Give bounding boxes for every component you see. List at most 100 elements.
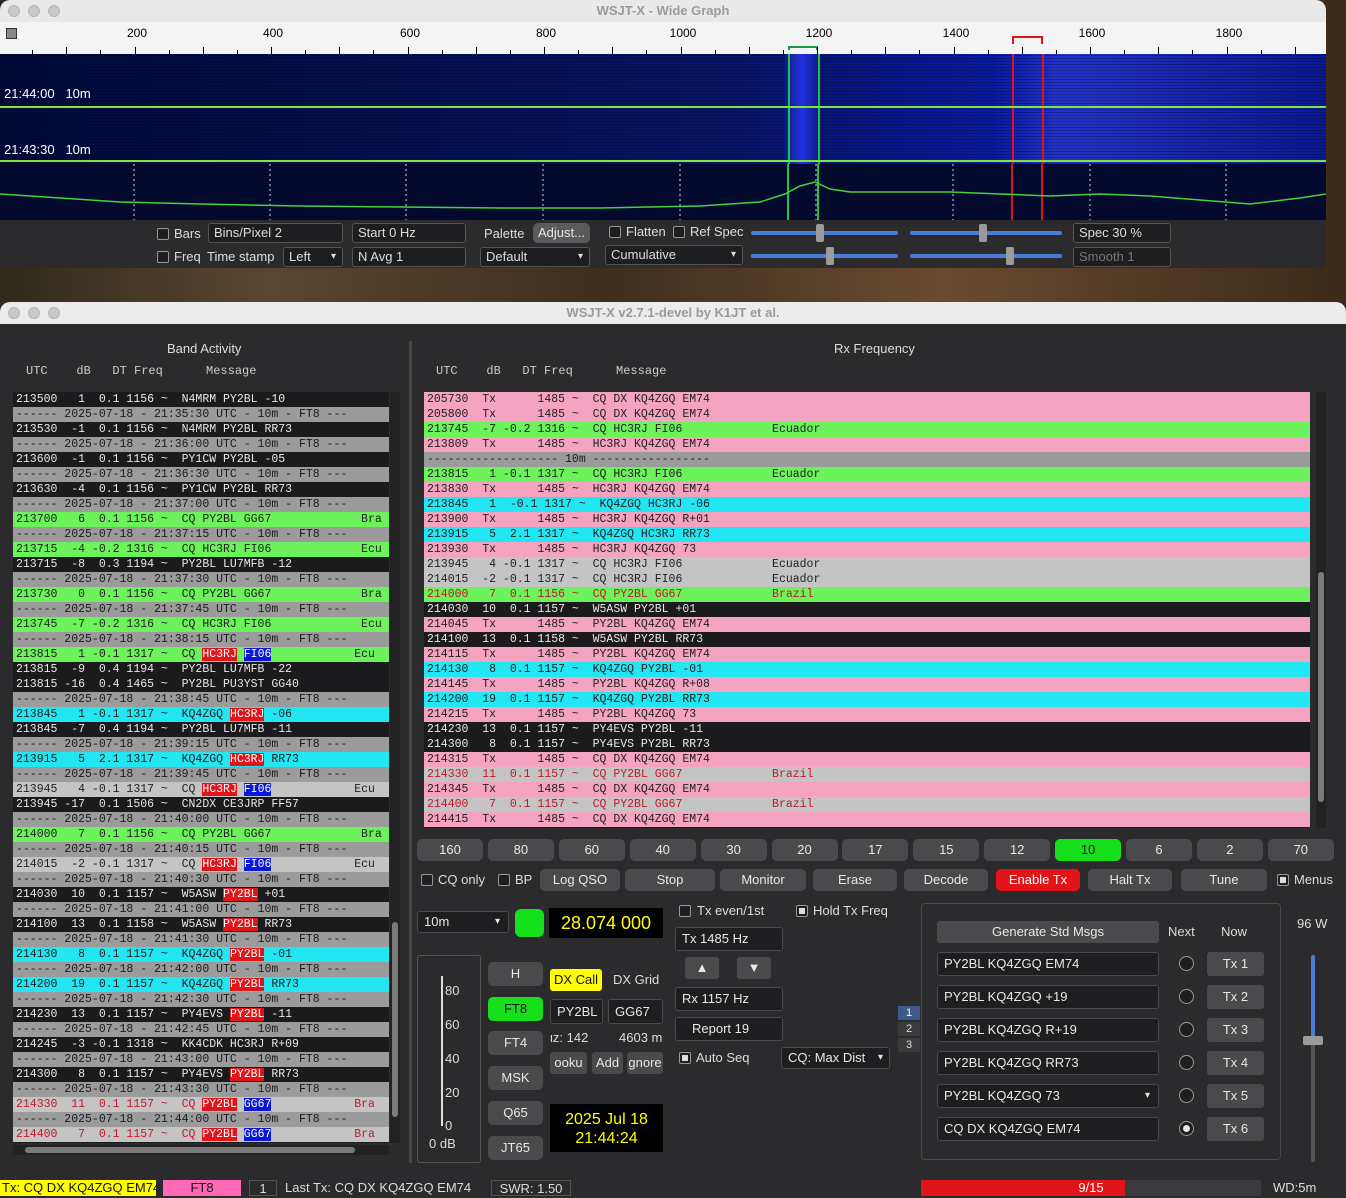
tx1-message-field[interactable]: PY2BL KQ4ZGQ EM74 bbox=[937, 952, 1159, 976]
zoom-button[interactable] bbox=[48, 307, 60, 319]
adjust-button[interactable]: Adjust... bbox=[533, 223, 590, 243]
decode-row[interactable]: 214015 -2 -0.1 1317 ~ CQ HC3RJ FI06 Ecua… bbox=[424, 572, 1310, 587]
band-button-12[interactable]: 12 bbox=[984, 839, 1051, 861]
tx2-next-radio[interactable] bbox=[1179, 989, 1194, 1004]
tx4-now-button[interactable]: Tx 4 bbox=[1207, 1051, 1264, 1075]
waterfall-display[interactable]: 21:44:00 10m 21:43:30 10m bbox=[0, 54, 1326, 220]
band-activity-hscroll[interactable] bbox=[13, 1145, 389, 1155]
menus-checkbox[interactable] bbox=[1277, 874, 1289, 886]
decode-row[interactable]: 214115 Tx 1485 ~ PY2BL KQ4ZGQ EM74 bbox=[424, 647, 1310, 662]
palette-select[interactable]: Default ▾ bbox=[480, 247, 590, 267]
frequency-scale[interactable]: 200 400 600 800 1000 1200 1400 1600 1800 bbox=[0, 22, 1326, 54]
tx2-message-field[interactable]: PY2BL KQ4ZGQ +19 bbox=[937, 985, 1159, 1009]
decode-row[interactable]: 214330 11 0.1 1157 ~ CQ PY2BL GG67 Brazi… bbox=[424, 767, 1310, 782]
decode-row[interactable]: 213945 -17 0.1 1506 ~ CN2DX CE3JRP FF57 bbox=[13, 797, 389, 812]
erase-button[interactable]: Erase bbox=[813, 869, 897, 891]
separator-row[interactable]: ------ 2025-07-18 - 21:44:00 UTC - 10m -… bbox=[13, 1112, 389, 1127]
band-button-80[interactable]: 80 bbox=[487, 839, 554, 861]
gain-slider[interactable] bbox=[751, 231, 898, 235]
band-activity-scrollbar[interactable] bbox=[390, 392, 400, 1143]
generate-std-msgs-button[interactable]: Generate Std Msgs bbox=[937, 921, 1159, 943]
decode-row[interactable]: 213830 Tx 1485 ~ HC3RJ KQ4ZGQ EM74 bbox=[424, 482, 1310, 497]
decode-row[interactable]: 214200 19 0.1 1157 ~ KQ4ZGQ PY2BL RR73 bbox=[13, 977, 389, 992]
decode-row[interactable]: 214130 8 0.1 1157 ~ KQ4ZGQ PY2BL -01 bbox=[13, 947, 389, 962]
hold-tx-freq-checkbox[interactable] bbox=[796, 905, 808, 917]
decode-row[interactable]: 205800 Tx 1485 ~ CQ DX KQ4ZGQ EM74 bbox=[424, 407, 1310, 422]
band-button-30[interactable]: 30 bbox=[700, 839, 767, 861]
decode-row[interactable]: 214300 8 0.1 1157 ~ PY4EVS PY2BL RR73 bbox=[13, 1067, 389, 1082]
stop-button[interactable]: Stop bbox=[625, 869, 715, 891]
band-button-40[interactable]: 40 bbox=[629, 839, 696, 861]
bins-pixel-spinbox[interactable]: Bins/Pixel 2 bbox=[208, 223, 343, 243]
decode-row[interactable]: 214300 8 0.1 1157 ~ PY4EVS PY2BL RR73 bbox=[424, 737, 1310, 752]
band-button-17[interactable]: 17 bbox=[842, 839, 909, 861]
decode-row[interactable]: 214045 Tx 1485 ~ PY2BL KQ4ZGQ EM74 bbox=[424, 617, 1310, 632]
mode-button-ft4[interactable]: FT4 bbox=[488, 1031, 543, 1055]
tx4-next-radio[interactable] bbox=[1179, 1055, 1194, 1070]
bars-checkbox[interactable] bbox=[157, 228, 169, 240]
zero2-slider[interactable] bbox=[910, 254, 1062, 258]
gain-slider-knob[interactable] bbox=[816, 224, 824, 242]
band-activity-list[interactable]: 213500 1 0.1 1156 ~ N4MRM PY2BL -10 -----… bbox=[13, 392, 389, 1143]
band-button-2[interactable]: 2 bbox=[1196, 839, 1263, 861]
mode-button-h[interactable]: H bbox=[488, 962, 543, 986]
separator-row[interactable]: ------ 2025-07-18 - 21:36:30 UTC - 10m -… bbox=[13, 467, 389, 482]
decode-row[interactable]: 214245 -3 -0.1 1318 ~ KK4CDK HC3RJ R+09 bbox=[13, 1037, 389, 1052]
log-qso-button[interactable]: Log QSO bbox=[540, 869, 620, 891]
decode-row[interactable]: 213500 1 0.1 1156 ~ N4MRM PY2BL -10 bbox=[13, 392, 389, 407]
band-button-6[interactable]: 6 bbox=[1126, 839, 1192, 861]
minimize-button[interactable] bbox=[28, 307, 40, 319]
freq-checkbox[interactable] bbox=[157, 251, 169, 263]
decode-row[interactable]: 214345 Tx 1485 ~ CQ DX KQ4ZGQ EM74 bbox=[424, 782, 1310, 797]
band-button-10[interactable]: 10 bbox=[1055, 839, 1122, 861]
tx-even-checkbox[interactable] bbox=[679, 905, 691, 917]
rx-frequency-scrollbar[interactable] bbox=[1316, 392, 1326, 828]
decode-row[interactable]: 213845 -7 0.4 1194 ~ PY2BL LU7MFB -11 bbox=[13, 722, 389, 737]
tab-1[interactable]: 1 bbox=[898, 1006, 920, 1020]
tx6-message-field[interactable]: CQ DX KQ4ZGQ EM74 bbox=[937, 1117, 1159, 1141]
separator-row[interactable]: ------ 2025-07-18 - 21:43:00 UTC - 10m -… bbox=[13, 1052, 389, 1067]
decode-row[interactable]: 213715 -8 0.3 1194 ~ PY2BL LU7MFB -12 bbox=[13, 557, 389, 572]
decode-row[interactable]: 205730 Tx 1485 ~ CQ DX KQ4ZGQ EM74 bbox=[424, 392, 1310, 407]
separator-row[interactable]: ------ 2025-07-18 - 21:41:30 UTC - 10m -… bbox=[13, 932, 389, 947]
decode-row[interactable]: 213915 5 2.1 1317 ~ KQ4ZGQ HC3RJ RR73 bbox=[424, 527, 1310, 542]
band-button-70[interactable]: 70 bbox=[1267, 839, 1334, 861]
scrollbar-thumb[interactable] bbox=[1318, 572, 1324, 802]
decode-row[interactable]: 213845 1 -0.1 1317 ~ KQ4ZGQ HC3RJ -06 bbox=[424, 497, 1310, 512]
add-button[interactable]: Add bbox=[592, 1052, 623, 1074]
tune-button[interactable]: Tune bbox=[1181, 869, 1267, 891]
cq-mode-select[interactable]: CQ: Max Dist ▾ bbox=[781, 1047, 890, 1069]
dx-call-field[interactable]: PY2BL bbox=[550, 999, 603, 1024]
auto-seq-checkbox[interactable] bbox=[679, 1052, 691, 1064]
scrollbar-thumb[interactable] bbox=[392, 922, 398, 1117]
enable-tx-button[interactable]: Enable Tx bbox=[996, 869, 1080, 891]
bp-checkbox[interactable] bbox=[498, 874, 510, 886]
rx-frequency-list[interactable]: 205730 Tx 1485 ~ CQ DX KQ4ZGQ EM74 205800… bbox=[424, 392, 1310, 828]
decode-row[interactable]: 213815 1 -0.1 1317 ~ CQ HC3RJ FI06 Ecuad… bbox=[424, 467, 1310, 482]
band-button-20[interactable]: 20 bbox=[771, 839, 838, 861]
separator-row[interactable]: ------ 2025-07-18 - 21:39:15 UTC - 10m -… bbox=[13, 737, 389, 752]
start-freq-spinbox[interactable]: Start 0 Hz bbox=[352, 223, 466, 243]
decode-row[interactable]: 214215 Tx 1485 ~ PY2BL KQ4ZGQ 73 bbox=[424, 707, 1310, 722]
decode-row[interactable]: 214145 Tx 1485 ~ PY2BL KQ4ZGQ R+08 bbox=[424, 677, 1310, 692]
gain2-slider[interactable] bbox=[751, 254, 898, 258]
separator-row[interactable]: ------ 2025-07-18 - 21:36:00 UTC - 10m -… bbox=[13, 437, 389, 452]
separator-row[interactable]: ------ 2025-07-18 - 21:43:30 UTC - 10m -… bbox=[13, 1082, 389, 1097]
decode-row[interactable]: 213815 -9 0.4 1194 ~ PY2BL LU7MFB -22 bbox=[13, 662, 389, 677]
decode-row[interactable]: 213930 Tx 1485 ~ HC3RJ KQ4ZGQ 73 bbox=[424, 542, 1310, 557]
decode-row[interactable]: 214000 7 0.1 1156 ~ CQ PY2BL GG67 Bra bbox=[13, 827, 389, 842]
tx5-message-field[interactable]: PY2BL KQ4ZGQ 73 ▾ bbox=[937, 1084, 1159, 1108]
decode-row[interactable]: 214200 19 0.1 1157 ~ KQ4ZGQ PY2BL RR73 bbox=[424, 692, 1310, 707]
decode-row[interactable]: 213809 Tx 1485 ~ HC3RJ KQ4ZGQ EM74 bbox=[424, 437, 1310, 452]
decode-row[interactable]: 213745 -7 -0.2 1316 ~ CQ HC3RJ FI06 Ecu bbox=[13, 617, 389, 632]
smooth-spinbox[interactable]: Smooth 1 bbox=[1073, 247, 1171, 267]
tx-freq-spinbox[interactable]: Tx 1485 Hz bbox=[675, 927, 783, 951]
decode-row[interactable]: 213715 -4 -0.2 1316 ~ CQ HC3RJ FI06 Ecu bbox=[13, 542, 389, 557]
tx3-message-field[interactable]: PY2BL KQ4ZGQ R+19 bbox=[937, 1018, 1159, 1042]
power-slider-knob[interactable] bbox=[1303, 1036, 1323, 1045]
separator-row[interactable]: ------ 2025-07-18 - 21:40:15 UTC - 10m -… bbox=[13, 842, 389, 857]
band-button-160[interactable]: 160 bbox=[417, 839, 483, 861]
decode-row[interactable]: 214030 10 0.1 1157 ~ W5ASW PY2BL +01 bbox=[424, 602, 1310, 617]
separator-row[interactable]: ------ 2025-07-18 - 21:40:30 UTC - 10m -… bbox=[13, 872, 389, 887]
spectrum-display[interactable] bbox=[0, 164, 1326, 220]
